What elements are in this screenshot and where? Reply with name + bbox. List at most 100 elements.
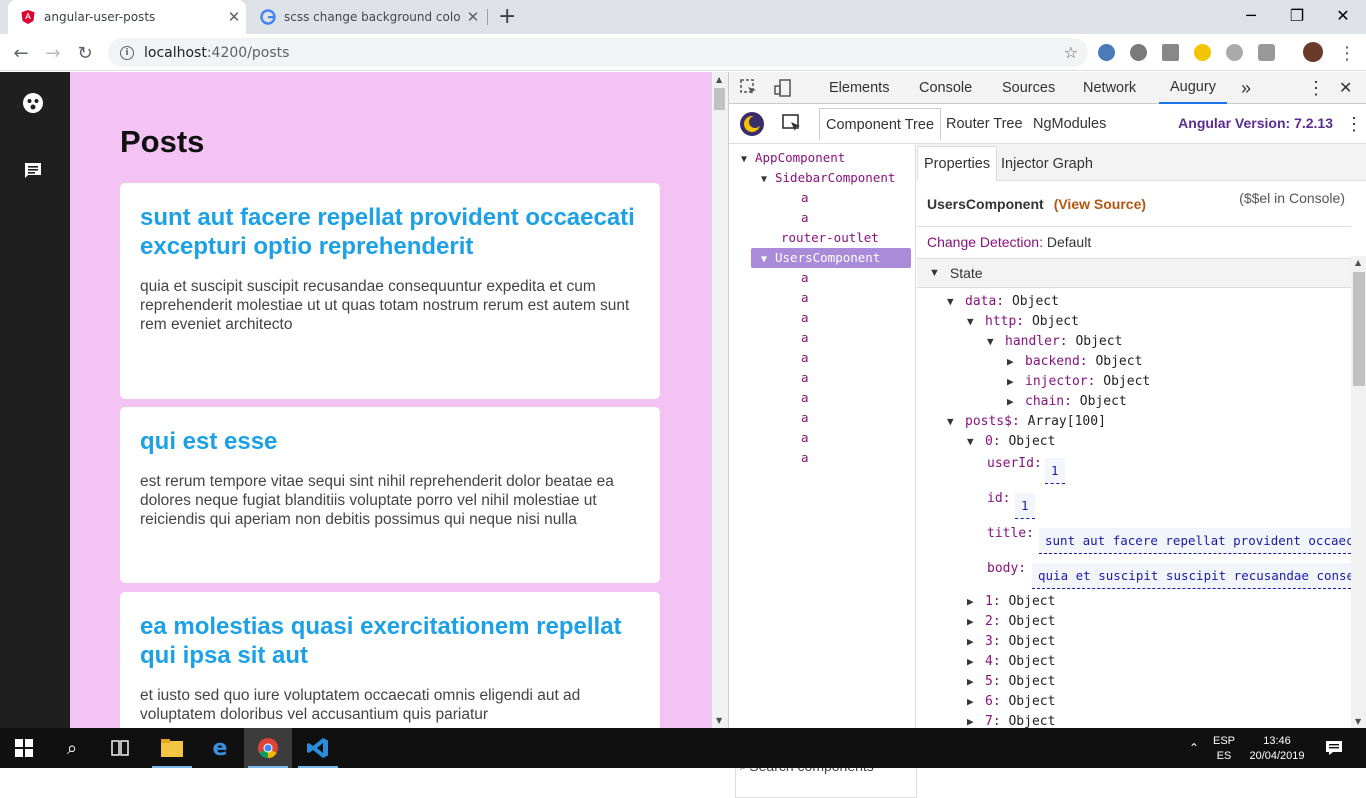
- select-component-icon[interactable]: [781, 108, 803, 140]
- state-property[interactable]: ▼ http: Object: [967, 314, 1079, 329]
- tree-node[interactable]: a: [801, 430, 809, 445]
- close-tab-icon[interactable]: ✕: [461, 8, 485, 26]
- task-view-icon[interactable]: [96, 728, 144, 768]
- state-property[interactable]: ▶ 5: Object: [967, 674, 1055, 689]
- inspect-element-icon[interactable]: [739, 72, 759, 104]
- tab-ngmodules[interactable]: NgModules: [1027, 108, 1112, 140]
- reload-icon[interactable]: ↻: [72, 40, 98, 66]
- state-property[interactable]: ▼ handler: Object: [987, 334, 1122, 349]
- extension-icon[interactable]: [1162, 44, 1179, 61]
- tree-node[interactable]: ▼ AppComponent: [741, 150, 845, 165]
- forward-icon[interactable]: →: [40, 40, 66, 66]
- search-icon[interactable]: ⌕: [48, 728, 96, 768]
- expand-triangle-icon[interactable]: ▼: [761, 254, 775, 265]
- augury-menu-icon[interactable]: ⋮: [1339, 108, 1366, 140]
- maximize-icon[interactable]: ❐: [1274, 0, 1320, 30]
- back-icon[interactable]: ←: [8, 40, 34, 66]
- tree-node[interactable]: router-outlet: [781, 230, 879, 245]
- property-value-input[interactable]: quia et suscipit suscipit recusandae con…: [1032, 563, 1351, 589]
- close-window-icon[interactable]: ✕: [1320, 0, 1366, 30]
- scroll-up-icon[interactable]: ▲: [716, 75, 722, 84]
- expand-triangle-icon[interactable]: ▼: [741, 154, 755, 165]
- edge-browser-icon[interactable]: e: [196, 728, 244, 768]
- users-icon[interactable]: [22, 92, 44, 114]
- tree-node[interactable]: a: [801, 390, 809, 405]
- collapse-triangle-icon[interactable]: ▼: [929, 267, 940, 279]
- vscode-icon[interactable]: [294, 728, 342, 768]
- browser-tab-active[interactable]: angular-user-posts ✕: [8, 0, 246, 34]
- tab-injector-graph[interactable]: Injector Graph: [995, 146, 1099, 181]
- extension-icon[interactable]: [1098, 44, 1115, 61]
- property-value-input[interactable]: sunt aut facere repellat provident occae…: [1039, 528, 1351, 554]
- clock[interactable]: 13:46 20/04/2019: [1244, 728, 1310, 768]
- tree-node[interactable]: a: [801, 210, 809, 225]
- scroll-down-icon[interactable]: ▼: [716, 716, 722, 725]
- state-property[interactable]: ▼ 0: Object: [967, 434, 1055, 449]
- file-explorer-icon[interactable]: [148, 728, 196, 768]
- site-info-icon[interactable]: i: [120, 45, 134, 60]
- augury-extension-icon[interactable]: [1194, 44, 1211, 61]
- new-tab-icon[interactable]: +: [498, 4, 516, 30]
- page-scrollbar[interactable]: ▲ ▼: [712, 72, 728, 728]
- tab-component-tree[interactable]: Component Tree: [819, 108, 942, 140]
- close-tab-icon[interactable]: ✕: [222, 8, 246, 26]
- state-property[interactable]: ▼ posts$: Array[100]: [947, 414, 1106, 429]
- devtools-menu-icon[interactable]: ⋮: [1307, 72, 1325, 104]
- tree-node[interactable]: a: [801, 410, 809, 425]
- device-toolbar-icon[interactable]: [773, 72, 793, 104]
- extension-icon[interactable]: [1130, 44, 1147, 61]
- state-property[interactable]: ▶ 3: Object: [967, 634, 1055, 649]
- angular-extension-icon[interactable]: [1226, 44, 1243, 61]
- bookmark-star-icon[interactable]: ☆: [1064, 43, 1078, 62]
- expand-triangle-icon[interactable]: ▼: [761, 174, 775, 185]
- input-language[interactable]: ESP ES: [1208, 728, 1240, 768]
- tree-node-selected[interactable]: ▼ UsersComponent: [761, 250, 880, 265]
- profile-avatar[interactable]: [1303, 42, 1323, 62]
- notifications-icon[interactable]: [1310, 728, 1358, 768]
- property-value-input[interactable]: 1: [1015, 493, 1035, 519]
- tab-network[interactable]: Network: [1083, 72, 1136, 104]
- tab-properties[interactable]: Properties: [917, 146, 998, 181]
- state-section-header[interactable]: ▼ State: [917, 258, 1351, 288]
- more-tabs-icon[interactable]: »: [1241, 72, 1251, 104]
- state-property[interactable]: ▶ chain: Object: [1007, 394, 1127, 409]
- scroll-down-icon[interactable]: ▼: [1355, 717, 1361, 726]
- state-property[interactable]: ▶ injector: Object: [1007, 374, 1150, 389]
- windows-start-icon[interactable]: [0, 728, 48, 768]
- browser-tab[interactable]: scss change background color of ✕: [250, 0, 485, 34]
- view-source-link[interactable]: (View Source): [1054, 196, 1146, 212]
- scroll-up-icon[interactable]: ▲: [1355, 258, 1361, 267]
- tab-console[interactable]: Console: [919, 72, 972, 104]
- tab-router-tree[interactable]: Router Tree: [940, 108, 1029, 140]
- state-property[interactable]: ▼ data: Object: [947, 294, 1059, 309]
- chrome-browser-icon[interactable]: [244, 728, 292, 768]
- scrollbar-thumb[interactable]: [714, 88, 725, 110]
- tree-node[interactable]: a: [801, 190, 809, 205]
- tree-node[interactable]: a: [801, 330, 809, 345]
- tree-node[interactable]: a: [801, 450, 809, 465]
- tree-node[interactable]: a: [801, 370, 809, 385]
- state-property[interactable]: ▶ 1: Object: [967, 594, 1055, 609]
- state-property[interactable]: ▶ 2: Object: [967, 614, 1055, 629]
- close-devtools-icon[interactable]: ✕: [1339, 72, 1352, 104]
- tree-node[interactable]: a: [801, 270, 809, 285]
- shield-extension-icon[interactable]: [1258, 44, 1275, 61]
- state-property[interactable]: ▶ 7: Object: [967, 714, 1055, 728]
- tree-node[interactable]: a: [801, 310, 809, 325]
- chrome-menu-icon[interactable]: ⋮: [1334, 40, 1360, 66]
- address-bar[interactable]: i localhost:4200/posts ☆: [108, 38, 1088, 67]
- posts-icon[interactable]: [22, 160, 44, 182]
- tree-node[interactable]: a: [801, 350, 809, 365]
- tab-elements[interactable]: Elements: [829, 72, 889, 104]
- tab-augury[interactable]: Augury: [1159, 72, 1227, 104]
- tree-node[interactable]: a: [801, 290, 809, 305]
- tab-sources[interactable]: Sources: [1002, 72, 1055, 104]
- scrollbar-thumb[interactable]: [1353, 272, 1365, 386]
- tree-node[interactable]: ▼ SidebarComponent: [761, 170, 895, 185]
- state-property[interactable]: ▶ 6: Object: [967, 694, 1055, 709]
- property-value-input[interactable]: 1: [1045, 458, 1065, 484]
- minimize-icon[interactable]: ─: [1228, 0, 1274, 30]
- properties-scrollbar[interactable]: ▲ ▼: [1351, 256, 1366, 728]
- state-property[interactable]: ▶ backend: Object: [1007, 354, 1142, 369]
- state-property[interactable]: ▶ 4: Object: [967, 654, 1055, 669]
